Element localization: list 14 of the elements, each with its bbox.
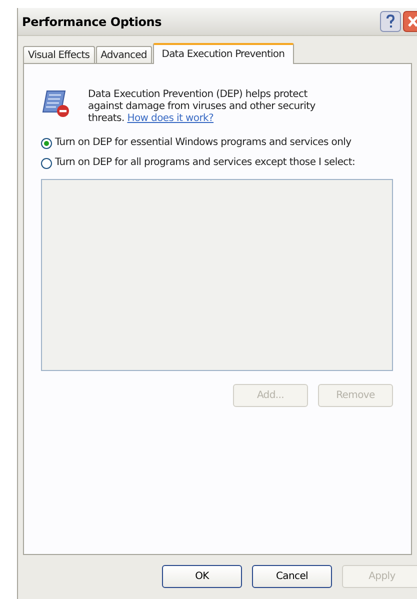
tab[interactable]: Advanced [96, 46, 152, 63]
description-text: Data Execution Prevention (DEP) helps protect against damage from viruses and other security threats. How does it work? [88, 89, 316, 125]
radio-button[interactable] [41, 158, 52, 169]
option-label: Turn on DEP for all programs and services except those I select: [55, 157, 356, 169]
tab[interactable]: Visual Effects [23, 46, 95, 63]
tab[interactable]: Data Execution Prevention [152, 43, 294, 64]
dialog-button[interactable]: Cancel [252, 565, 332, 588]
dialog-button[interactable]: OK [162, 565, 242, 588]
close-icon[interactable] [403, 11, 417, 32]
window-title: Performance Options [22, 14, 163, 28]
option-label: Turn on DEP for essential Windows programs and services only [55, 137, 352, 149]
help-link[interactable]: How does it work? [127, 113, 214, 124]
help-icon[interactable] [380, 11, 401, 32]
radio-button[interactable] [41, 138, 52, 149]
